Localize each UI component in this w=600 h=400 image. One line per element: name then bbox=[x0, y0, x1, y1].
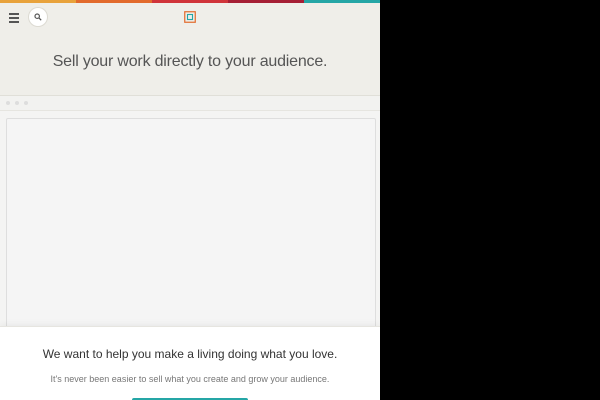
embed-placeholder-panel bbox=[6, 118, 376, 350]
loading-dot bbox=[24, 101, 28, 105]
browser-viewport: Sell your work directly to your audience… bbox=[0, 0, 380, 400]
prompt-heading: We want to help you make a living doing … bbox=[42, 347, 338, 361]
search-button[interactable] bbox=[29, 8, 47, 26]
search-icon bbox=[34, 13, 42, 21]
top-nav-bar bbox=[0, 3, 380, 33]
hero-title: Sell your work directly to your audience… bbox=[52, 53, 328, 70]
hamburger-menu-icon[interactable] bbox=[8, 11, 22, 23]
hero-banner: Sell your work directly to your audience… bbox=[0, 33, 380, 96]
loading-subbar bbox=[0, 96, 380, 111]
loading-dot bbox=[15, 101, 19, 105]
signup-prompt-panel: We want to help you make a living doing … bbox=[0, 326, 380, 400]
gumroad-logo-icon[interactable] bbox=[184, 11, 196, 23]
prompt-subheading: It's never been easier to sell what you … bbox=[50, 374, 330, 384]
loading-dot bbox=[6, 101, 10, 105]
